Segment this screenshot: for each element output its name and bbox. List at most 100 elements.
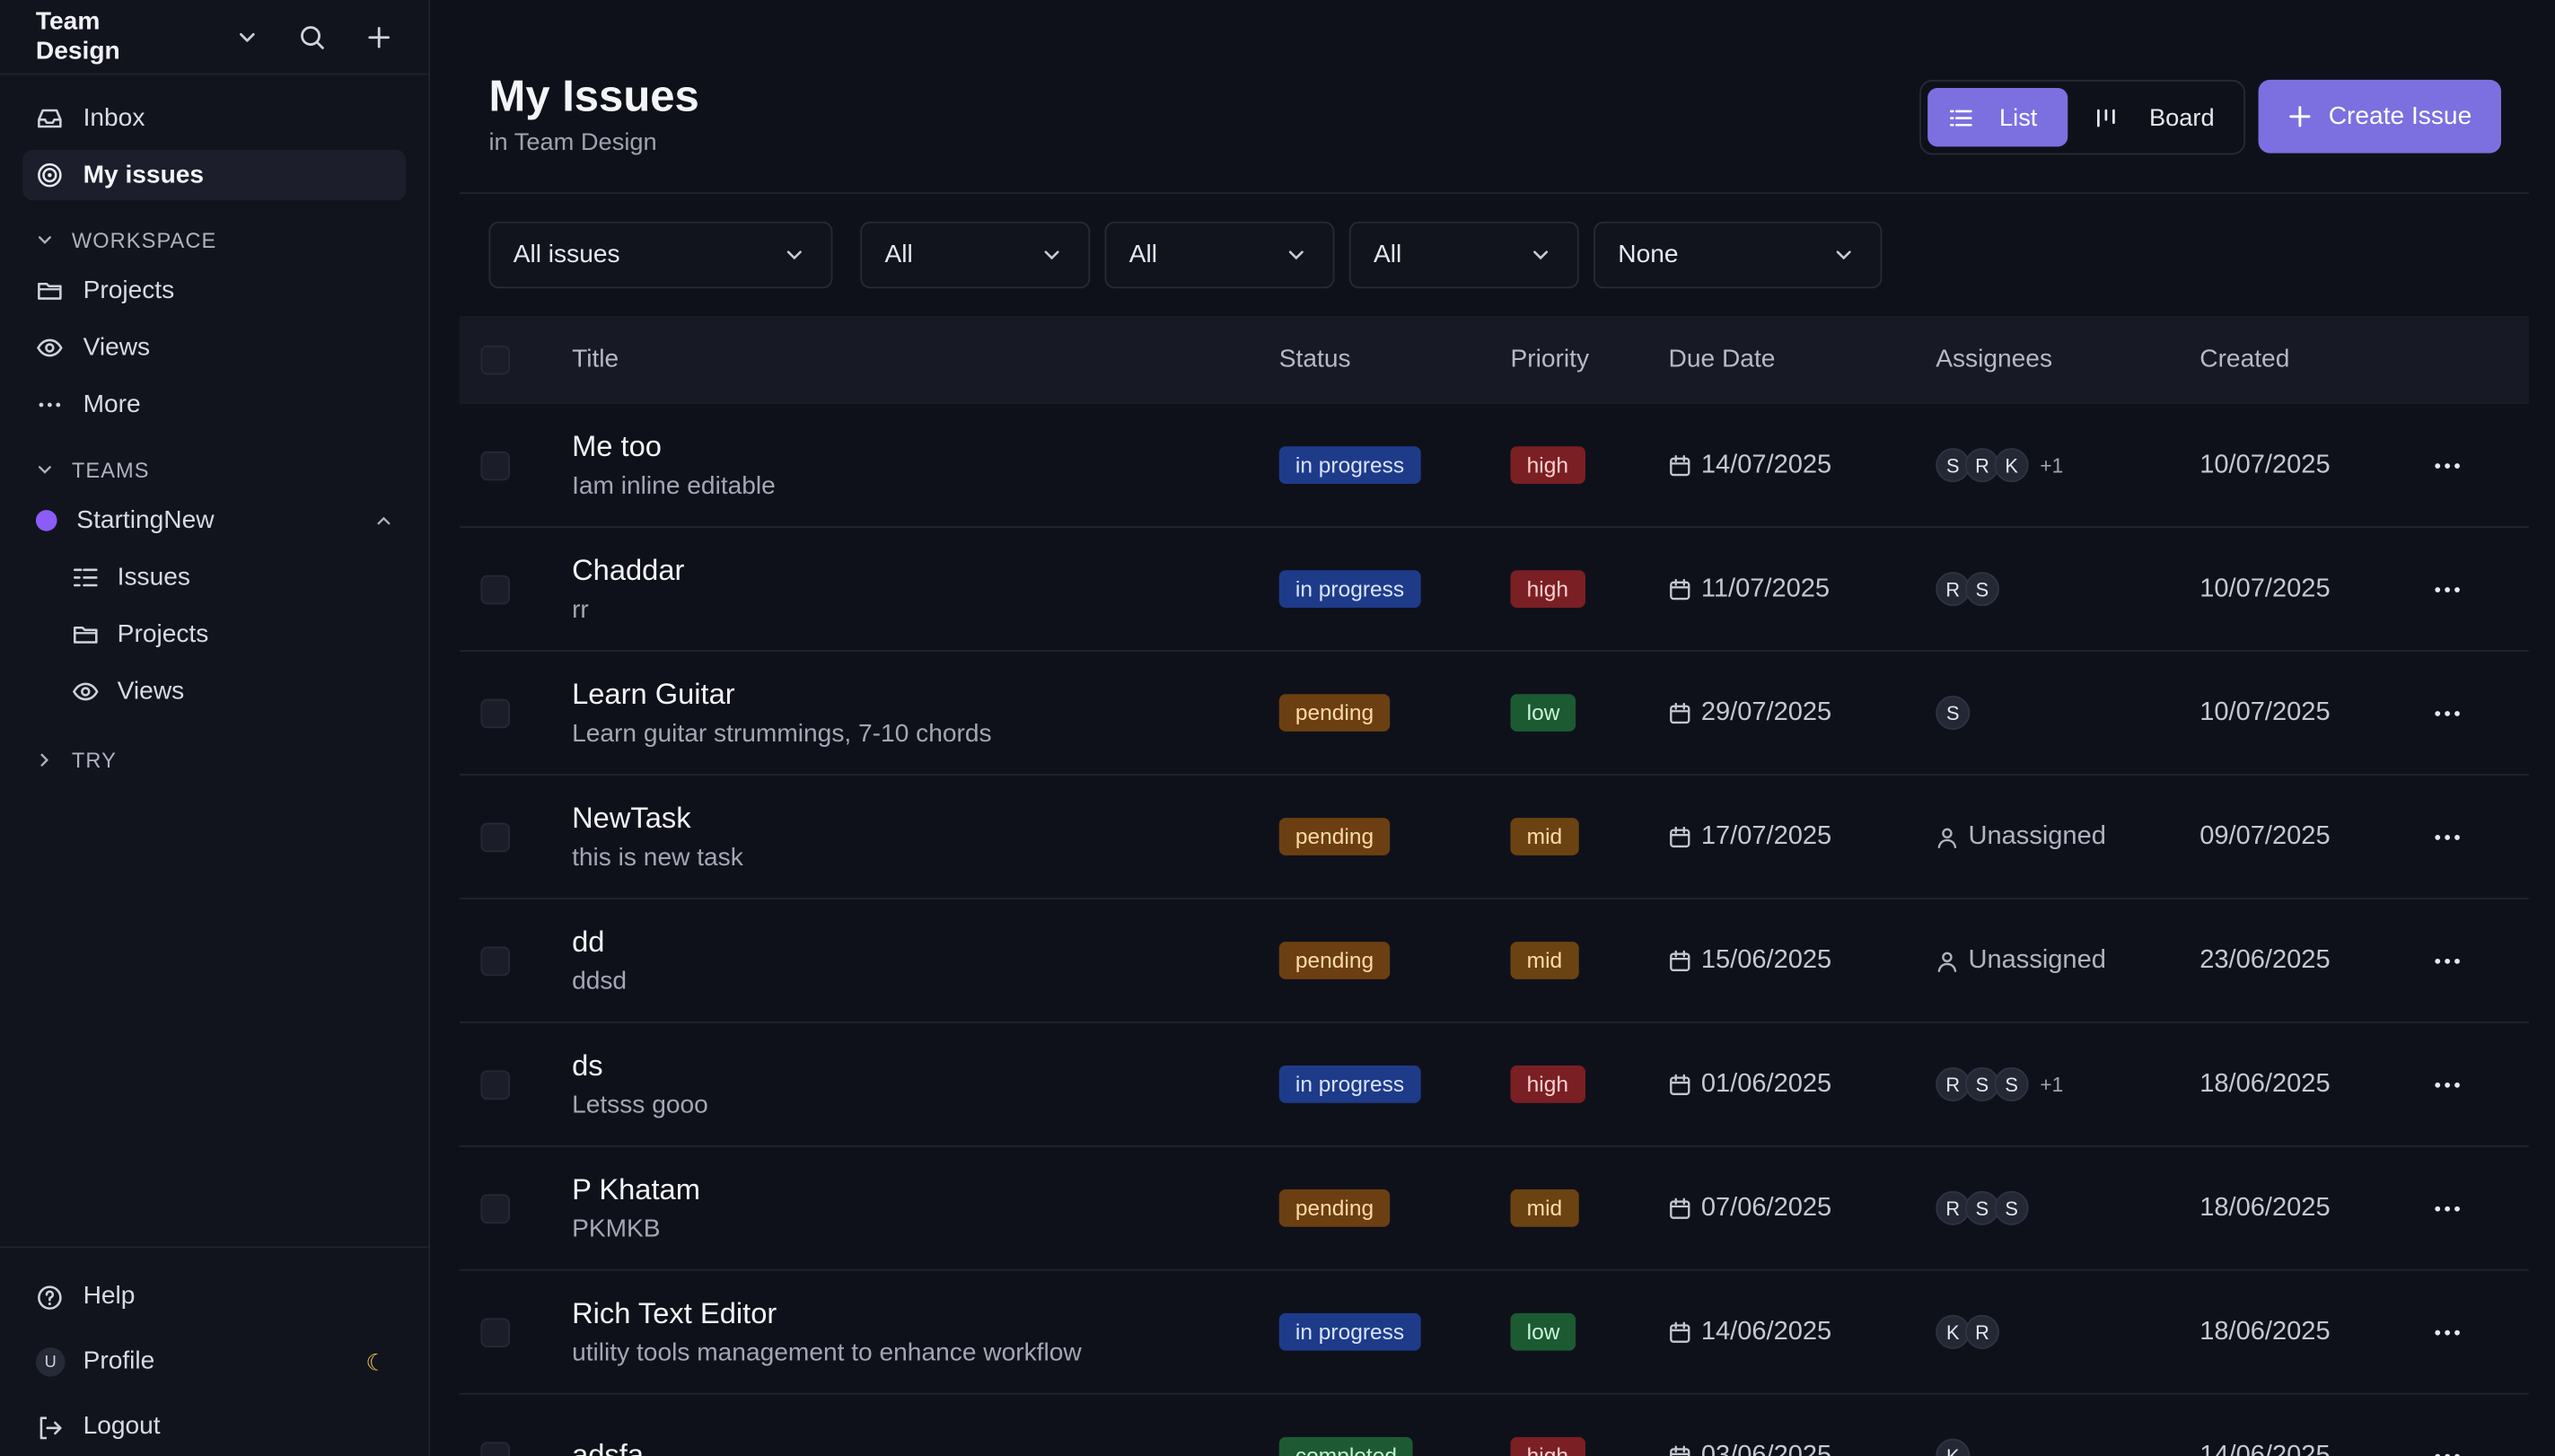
sidebar-item-views[interactable]: Views — [22, 322, 406, 373]
team-startingnew[interactable]: StartingNew — [22, 496, 406, 546]
chevron-up-icon[interactable] — [374, 512, 392, 530]
status-badge[interactable]: pending — [1278, 694, 1391, 732]
profile-button[interactable]: U Profile ☾ — [0, 1329, 428, 1395]
row-checkbox[interactable] — [480, 697, 511, 728]
row-actions-button[interactable] — [2415, 1079, 2480, 1089]
row-actions-button[interactable] — [2415, 1327, 2480, 1337]
due-date[interactable]: 15/06/2025 — [1669, 946, 1936, 976]
row-checkbox[interactable] — [480, 1441, 511, 1456]
issue-title[interactable]: adsfa — [572, 1439, 1279, 1456]
section-try[interactable]: TRY — [22, 736, 406, 782]
row-actions-button[interactable] — [2415, 1451, 2480, 1456]
status-badge[interactable]: in progress — [1278, 570, 1421, 608]
row-actions-button[interactable] — [2415, 832, 2480, 842]
board-view-button[interactable]: Board — [2073, 88, 2236, 146]
logout-button[interactable]: Logout — [0, 1395, 428, 1456]
table-row[interactable]: NewTask this is new task pending mid 17/07/2… — [459, 776, 2529, 899]
priority-badge[interactable]: high — [1510, 570, 1585, 608]
status-badge[interactable]: in progress — [1278, 446, 1421, 485]
unassigned-label[interactable]: Unassigned — [1936, 946, 2199, 976]
nav-item-my-issues[interactable]: My issues — [22, 149, 406, 201]
status-badge[interactable]: in progress — [1278, 1312, 1421, 1351]
assignee-avatars[interactable]: S R K +1 — [1936, 448, 2199, 483]
row-actions-button[interactable] — [2415, 460, 2480, 470]
table-row[interactable]: dd ddsd pending mid 15/06/2025 Unassigned 23/0… — [459, 899, 2529, 1023]
filter-priority-select[interactable]: All — [1104, 221, 1335, 289]
moon-icon[interactable]: ☾ — [365, 1348, 386, 1376]
list-view-button[interactable]: List — [1927, 88, 2068, 147]
status-badge[interactable]: in progress — [1278, 1066, 1421, 1103]
due-date[interactable]: 29/07/2025 — [1669, 698, 1936, 728]
filter-assignee-select[interactable]: All — [1348, 221, 1579, 289]
priority-badge[interactable]: high — [1510, 1066, 1585, 1103]
due-date[interactable]: 07/06/2025 — [1669, 1193, 1936, 1223]
column-header-title[interactable]: Title — [572, 346, 1279, 375]
table-row[interactable]: P Khatam PKMKB pending mid 07/06/2025 R S S 18/0… — [459, 1147, 2529, 1271]
row-actions-button[interactable] — [2415, 955, 2480, 965]
issue-title[interactable]: NewTask — [572, 801, 1279, 835]
issue-title[interactable]: Learn Guitar — [572, 677, 1279, 711]
team-item-issues[interactable]: Issues — [22, 552, 406, 602]
assignee-avatars[interactable]: K — [1936, 1438, 2199, 1456]
team-switcher[interactable]: Team Design — [0, 0, 429, 75]
priority-badge[interactable]: mid — [1510, 818, 1579, 855]
status-badge[interactable]: pending — [1278, 1188, 1391, 1227]
row-checkbox[interactable] — [480, 1193, 511, 1224]
priority-badge[interactable]: high — [1510, 446, 1585, 485]
table-row[interactable]: adsfa completed high 03/06/2025 K 14/06/2025 — [460, 1395, 2529, 1456]
filter-group-select[interactable]: None — [1594, 221, 1883, 289]
row-actions-button[interactable] — [2415, 708, 2480, 718]
row-checkbox[interactable] — [480, 945, 511, 976]
row-checkbox[interactable] — [480, 821, 511, 852]
team-item-views[interactable]: Views — [22, 666, 406, 716]
priority-badge[interactable]: mid — [1510, 942, 1579, 979]
due-date[interactable]: 03/06/2025 — [1669, 1441, 1936, 1456]
priority-badge[interactable]: mid — [1510, 1188, 1579, 1227]
column-header-status[interactable]: Status — [1279, 346, 1511, 375]
issue-title[interactable]: dd — [572, 925, 1279, 959]
help-button[interactable]: Help — [0, 1264, 428, 1329]
create-issue-button[interactable]: Create Issue — [2258, 79, 2502, 153]
nav-item-inbox[interactable]: Inbox — [22, 92, 406, 143]
table-row[interactable]: Me too Iam inline editable in progress high… — [459, 404, 2529, 529]
due-date[interactable]: 14/06/2025 — [1669, 1317, 1936, 1346]
section-workspace[interactable]: WORKSPACE — [22, 216, 406, 262]
issue-title[interactable]: Me too — [572, 429, 1279, 463]
table-row[interactable]: ds Letsss gooo in progress high 01/06/2025 R S… — [459, 1023, 2529, 1147]
sidebar-item-projects[interactable]: Projects — [22, 266, 406, 316]
row-checkbox[interactable] — [480, 1069, 511, 1100]
table-row[interactable]: Learn Guitar Learn guitar strummings, 7-1… — [459, 652, 2529, 776]
row-actions-button[interactable] — [2415, 1203, 2480, 1213]
search-icon[interactable] — [297, 22, 325, 52]
filter-issues-select[interactable]: All issues — [488, 221, 833, 289]
sidebar-item-more[interactable]: More — [22, 380, 406, 430]
row-checkbox[interactable] — [480, 574, 511, 604]
issue-title[interactable]: ds — [572, 1048, 1279, 1083]
table-row[interactable]: Rich Text Editor utility tools management… — [459, 1271, 2529, 1395]
status-badge[interactable]: pending — [1278, 818, 1391, 855]
filter-status-select[interactable]: All — [860, 221, 1091, 289]
plus-icon[interactable] — [364, 22, 392, 52]
assignee-avatars[interactable]: KR — [1936, 1314, 2199, 1349]
chevron-down-icon[interactable] — [236, 25, 258, 48]
due-date[interactable]: 01/06/2025 — [1669, 1070, 1936, 1100]
due-date[interactable]: 14/07/2025 — [1669, 451, 1936, 480]
column-header-priority[interactable]: Priority — [1511, 346, 1669, 375]
issue-title[interactable]: Rich Text Editor — [572, 1296, 1279, 1330]
column-header-created[interactable]: Created — [2199, 346, 2415, 375]
due-date[interactable]: 11/07/2025 — [1669, 575, 1936, 604]
table-row[interactable]: Chaddar rr in progress high 11/07/2025 R S 10/0… — [459, 528, 2529, 652]
team-item-projects[interactable]: Projects — [22, 610, 406, 660]
priority-badge[interactable]: low — [1510, 694, 1576, 732]
status-badge[interactable]: pending — [1278, 942, 1391, 979]
column-header-assignees[interactable]: Assignees — [1936, 346, 2199, 375]
issue-title[interactable]: Chaddar — [572, 553, 1279, 587]
assignee-avatars[interactable]: RSS — [1936, 1190, 2199, 1225]
column-header-due-date[interactable]: Due Date — [1669, 346, 1936, 375]
assignee-avatars[interactable]: R S S +1 — [1936, 1066, 2199, 1101]
issue-title[interactable]: P Khatam — [572, 1172, 1279, 1206]
assignee-avatars[interactable]: S — [1936, 696, 2199, 731]
assignee-avatars[interactable]: RS — [1936, 572, 2199, 607]
priority-badge[interactable]: low — [1510, 1312, 1576, 1351]
section-teams[interactable]: TEAMS — [22, 446, 406, 492]
